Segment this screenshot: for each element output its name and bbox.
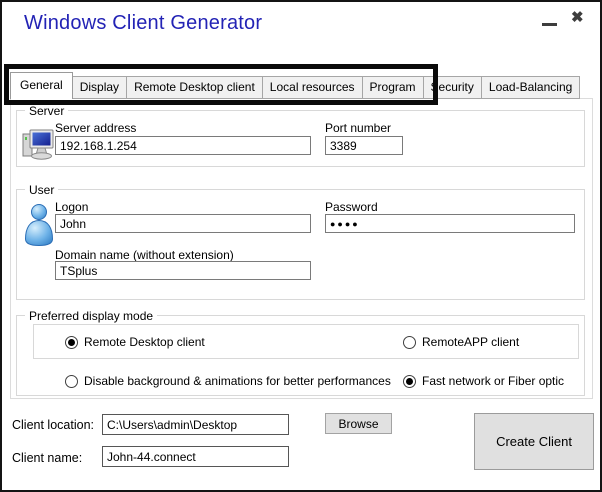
port-number-input[interactable] [325,136,403,155]
logon-label: Logon [55,200,88,214]
display-mode-legend: Preferred display mode [25,309,157,323]
client-generator-window: Windows Client Generator ✖ General Displ… [0,0,602,492]
tab-display[interactable]: Display [73,76,127,99]
client-name-input[interactable] [102,446,289,467]
radio-fast-network-fiber-optic[interactable]: Fast network or Fiber optic [403,372,564,390]
minimize-icon[interactable] [542,23,557,26]
user-icon [23,202,55,255]
port-number-label: Port number [325,121,391,135]
radio-disable-background-animations[interactable]: Disable background & animations for bett… [65,372,391,390]
server-group: Server Server address Port number [16,110,585,167]
server-group-legend: Server [25,104,68,118]
tab-local-resources[interactable]: Local resources [263,76,363,99]
radio-button-icon[interactable] [403,375,416,388]
client-location-input[interactable] [102,414,289,435]
tab-general[interactable]: General [10,72,73,99]
server-address-label: Server address [55,121,136,135]
tab-bar: General Display Remote Desktop client Lo… [10,72,580,99]
tab-security[interactable]: Security [424,76,482,99]
page-title: Windows Client Generator [24,12,262,35]
user-group: User Logon Password Domain name (without… [16,189,585,300]
domain-name-input[interactable] [55,261,311,280]
server-address-input[interactable] [55,136,311,155]
close-icon[interactable]: ✖ [571,8,584,26]
password-input[interactable] [325,214,575,233]
radio-button-icon[interactable] [65,375,78,388]
radio-button-icon[interactable] [403,336,416,349]
radio-button-icon[interactable] [65,336,78,349]
radio-remoteapp-client[interactable]: RemoteAPP client [403,333,519,351]
tab-load-balancing[interactable]: Load-Balancing [482,76,580,99]
tab-program[interactable]: Program [363,76,424,99]
logon-input[interactable] [55,214,311,233]
client-location-label: Client location: [12,418,94,432]
computer-icon [22,127,58,168]
client-name-label: Client name: [12,451,82,465]
domain-name-label: Domain name (without extension) [55,248,234,262]
browse-button[interactable]: Browse [325,413,392,434]
display-mode-group: Preferred display mode Remote Desktop cl… [16,315,585,396]
radio-remote-desktop-client[interactable]: Remote Desktop client [65,333,205,351]
user-group-legend: User [25,183,58,197]
tab-remote-desktop-client[interactable]: Remote Desktop client [127,76,263,99]
create-client-button[interactable]: Create Client [474,413,594,470]
password-label: Password [325,200,378,214]
